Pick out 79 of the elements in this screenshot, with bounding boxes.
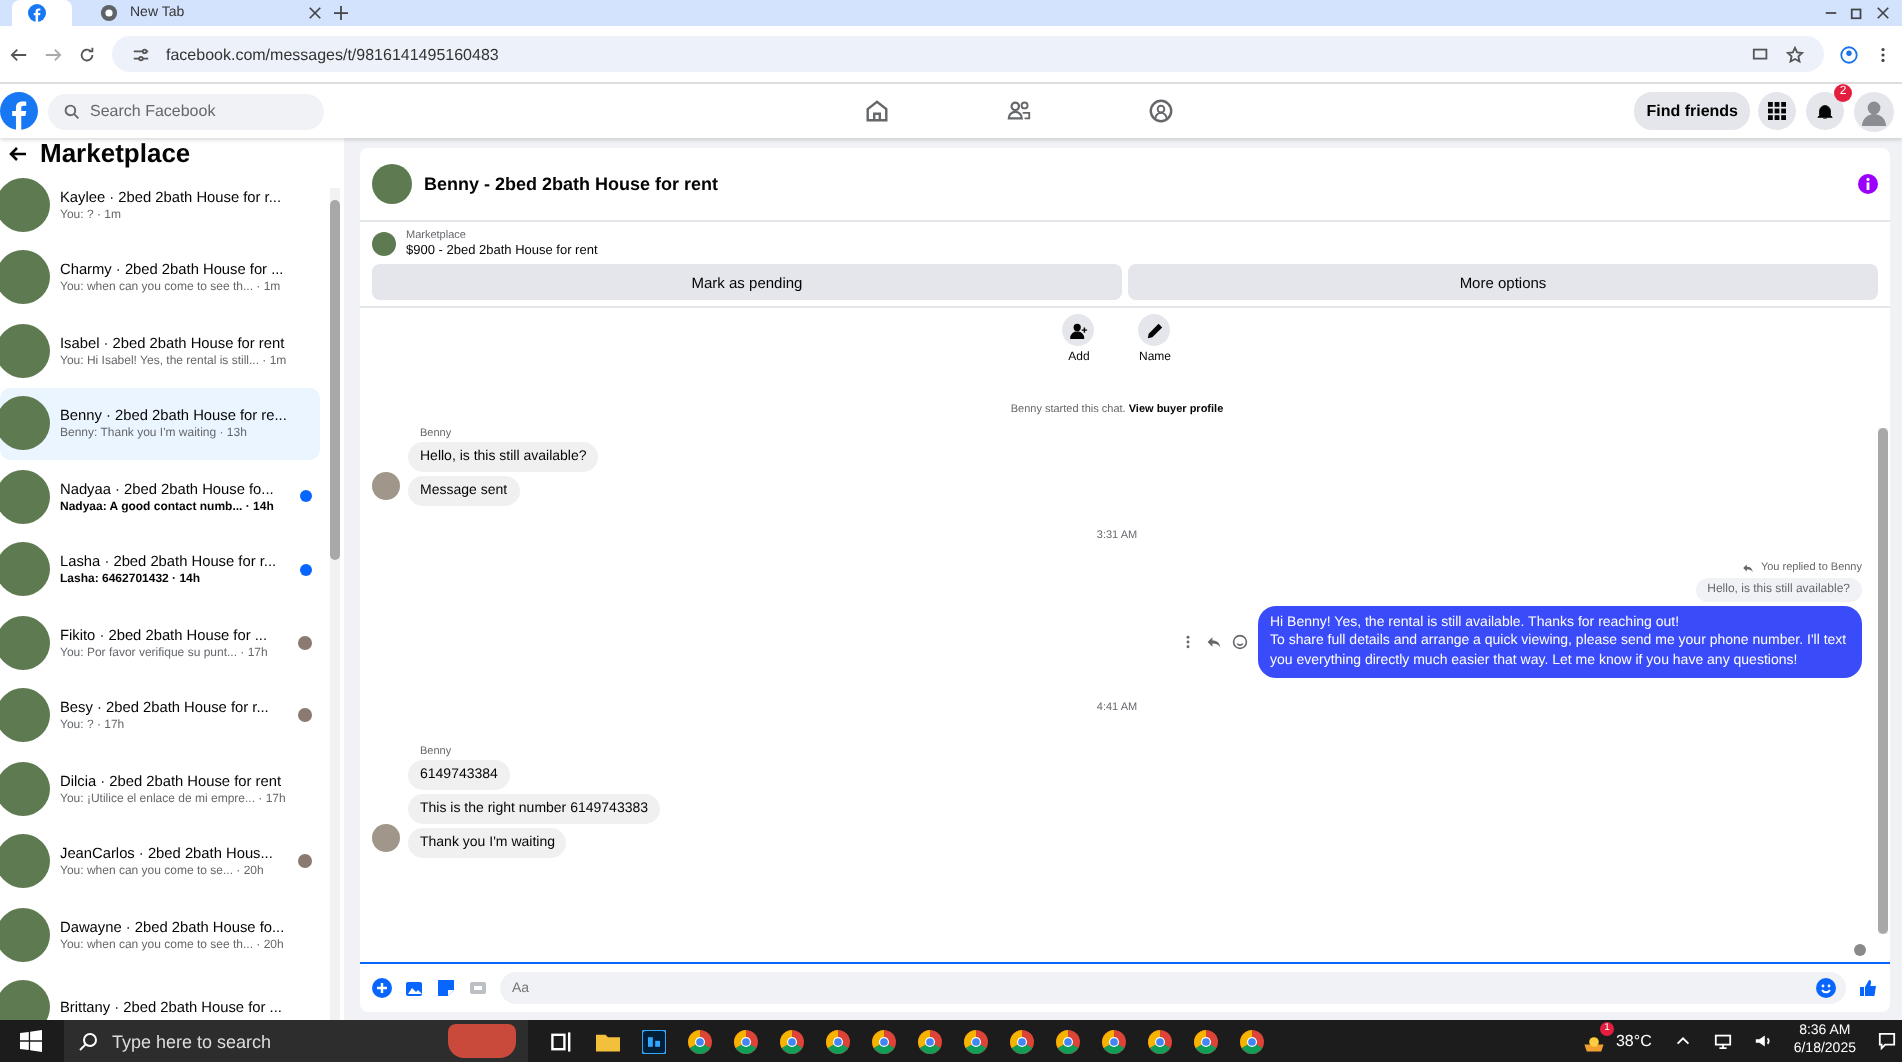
chrome-icon[interactable] bbox=[1194, 1029, 1218, 1053]
search-icon bbox=[78, 1031, 98, 1051]
emoji-icon[interactable] bbox=[1816, 978, 1836, 998]
chrome-icon[interactable] bbox=[826, 1029, 850, 1053]
address-bar[interactable]: facebook.com/messages/t/9816141495160483 bbox=[112, 36, 1824, 72]
reload-icon[interactable] bbox=[78, 45, 96, 63]
photo-placeholder bbox=[0, 469, 50, 524]
chrome-icon[interactable] bbox=[1056, 1029, 1080, 1053]
chrome-icon[interactable] bbox=[734, 1029, 758, 1053]
chevron-up-icon[interactable] bbox=[1673, 1032, 1692, 1050]
image-icon[interactable] bbox=[404, 978, 424, 998]
star-icon[interactable] bbox=[1786, 45, 1804, 63]
chrome-icon[interactable] bbox=[780, 1029, 804, 1053]
photo-placeholder bbox=[372, 824, 400, 853]
scrollbar-thumb[interactable] bbox=[1878, 428, 1888, 934]
chrome-icon[interactable] bbox=[1010, 1029, 1034, 1053]
menu-button[interactable] bbox=[1758, 92, 1796, 130]
chrome-icon[interactable] bbox=[1148, 1029, 1172, 1053]
photo-placeholder bbox=[0, 615, 50, 670]
photo-placeholder bbox=[0, 396, 50, 451]
photo-placeholder bbox=[0, 688, 50, 743]
pencil-icon bbox=[1145, 321, 1164, 339]
task-view-icon[interactable] bbox=[550, 1029, 574, 1053]
photo-placeholder bbox=[0, 907, 50, 962]
folder-icon[interactable] bbox=[596, 1029, 620, 1053]
browser-tab[interactable] bbox=[12, 0, 72, 26]
photo-placeholder bbox=[0, 323, 50, 378]
restore-icon[interactable] bbox=[1850, 6, 1864, 20]
info-icon[interactable] bbox=[1858, 174, 1878, 194]
account-avatar-icon[interactable] bbox=[1854, 91, 1894, 131]
find-friends-button[interactable]: Find friends bbox=[1634, 92, 1750, 130]
cast-icon[interactable] bbox=[1752, 45, 1770, 63]
site-settings-icon bbox=[132, 45, 150, 63]
photo-placeholder bbox=[372, 164, 412, 204]
chrome-icon[interactable] bbox=[1240, 1029, 1264, 1053]
globe-icon bbox=[100, 4, 118, 22]
sticker-icon[interactable] bbox=[436, 978, 456, 998]
sidebar-title: Marketplace bbox=[40, 138, 191, 168]
photo-placeholder bbox=[0, 177, 50, 232]
photo-placeholder bbox=[372, 232, 396, 256]
grid-icon bbox=[1768, 102, 1786, 120]
facebook-logo-icon bbox=[28, 4, 46, 22]
bell-icon bbox=[1816, 102, 1834, 120]
chrome-icon[interactable] bbox=[1102, 1029, 1126, 1053]
windows-start-icon[interactable] bbox=[20, 1030, 42, 1052]
groups-icon[interactable] bbox=[1148, 98, 1175, 124]
scrollbar-thumb[interactable] bbox=[330, 200, 340, 560]
chrome-icon[interactable] bbox=[964, 1029, 988, 1053]
profile-icon[interactable] bbox=[1840, 45, 1858, 63]
emoji-icon[interactable] bbox=[1232, 634, 1248, 651]
seen-avatar bbox=[1854, 944, 1866, 956]
chrome-icon[interactable] bbox=[918, 1029, 942, 1053]
close-icon[interactable] bbox=[308, 6, 322, 20]
facebook-logo-icon[interactable] bbox=[0, 92, 38, 130]
search-icon bbox=[64, 103, 80, 119]
photo-placeholder bbox=[0, 542, 50, 597]
minimize-icon[interactable] bbox=[1824, 6, 1838, 20]
chrome-icon[interactable] bbox=[872, 1029, 896, 1053]
chrome-icon[interactable] bbox=[688, 1029, 712, 1053]
home-icon[interactable] bbox=[864, 98, 891, 124]
notification-center-icon[interactable] bbox=[1878, 1032, 1896, 1050]
chat-title: Benny - 2bed 2bath House for rent bbox=[424, 174, 719, 194]
photo-placeholder bbox=[0, 834, 50, 889]
photoshop-icon[interactable] bbox=[642, 1029, 666, 1053]
add-person-icon bbox=[1069, 321, 1088, 339]
search-field[interactable]: Search Facebook bbox=[48, 93, 324, 129]
photo-placeholder bbox=[372, 472, 400, 500]
network-icon[interactable] bbox=[1713, 1032, 1732, 1050]
photo-placeholder bbox=[0, 761, 50, 816]
photo-placeholder bbox=[0, 250, 50, 305]
thumbs-up-icon[interactable] bbox=[1858, 978, 1878, 998]
reply-icon bbox=[1742, 562, 1755, 574]
close-icon[interactable] bbox=[1876, 6, 1890, 20]
back-arrow-icon[interactable] bbox=[10, 45, 28, 63]
friends-icon[interactable] bbox=[1006, 98, 1033, 124]
reply-icon[interactable] bbox=[1206, 634, 1222, 651]
plus-icon[interactable] bbox=[334, 6, 348, 20]
speaker-icon[interactable] bbox=[1753, 1032, 1772, 1050]
back-arrow-icon[interactable] bbox=[8, 143, 28, 163]
